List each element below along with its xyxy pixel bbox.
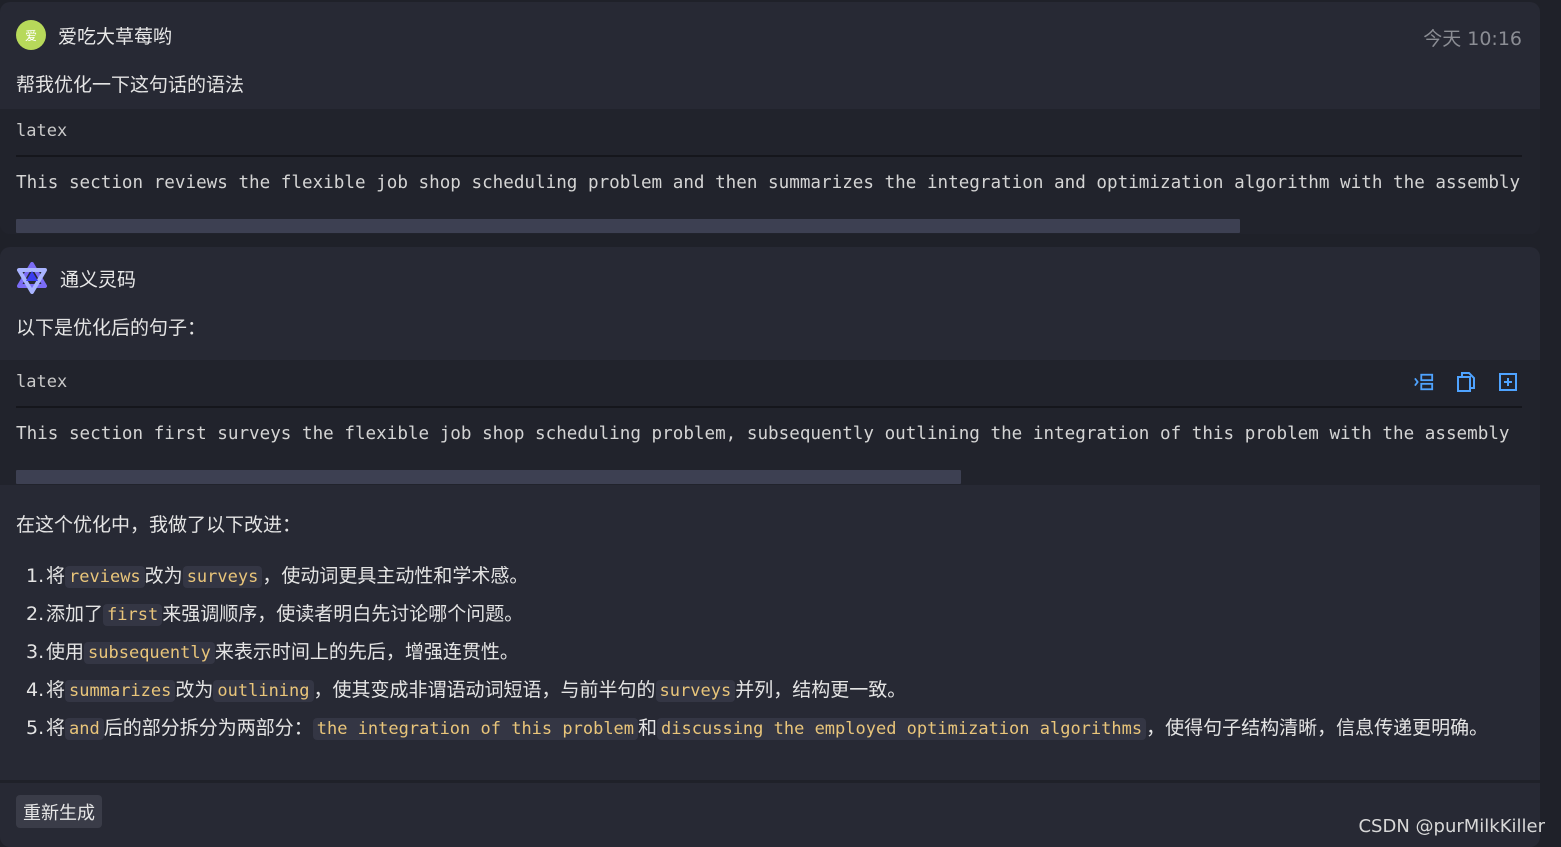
inline-code: reviews [65, 566, 145, 588]
insert-code-icon[interactable] [1414, 371, 1434, 393]
list-item: 1. 将 reviews 改为 surveys ，使动词更具主动性和学术感。 [26, 558, 1516, 596]
list-item-text: 将 and 后的部分拆分为两部分： the integration of this p… [46, 710, 1516, 748]
list-text-segment: 改为 [175, 679, 214, 701]
code-language-label: latex [16, 372, 68, 392]
list-item: 5. 将 and 后的部分拆分为两部分： the integration of this… [26, 710, 1516, 748]
ai-message-panel: 通义灵码 以下是优化后的句子： latex This section first… [0, 247, 1540, 847]
list-number: 5. [26, 717, 45, 739]
list-text-segment: 将 [46, 717, 66, 739]
list-item: 2. 添加了 first 来强调顺序，使读者明白先讨论哪个问题。 [26, 596, 1516, 634]
inline-code: discussing the employed optimization alg… [657, 718, 1147, 740]
improvements-summary: 在这个优化中，我做了以下改进： [16, 514, 302, 536]
ai-code-block: latex This section first surveys the fle… [0, 360, 1540, 485]
tongyi-logo-icon [16, 262, 48, 294]
user-name: 爱吃大草莓哟 [58, 25, 173, 48]
copy-icon[interactable] [1456, 371, 1476, 393]
list-item-text: 将 reviews 改为 surveys ，使动词更具主动性和学术感。 [46, 558, 1516, 596]
code-toolbar [1414, 371, 1518, 393]
improvement-list: 1. 将 reviews 改为 surveys ，使动词更具主动性和学术感。 2. 添加了 fi… [26, 558, 1516, 748]
list-number: 4. [26, 679, 45, 701]
code-language-label: latex [16, 121, 68, 141]
list-text-segment: 来强调顺序，使读者明白先讨论哪个问题。 [162, 603, 524, 625]
footer-divider [0, 780, 1540, 783]
user-avatar: 爱 [16, 20, 46, 50]
inline-code: and [65, 718, 104, 740]
code-line: This section reviews the flexible job sh… [16, 173, 1521, 193]
inline-code: surveys [182, 566, 263, 588]
code-divider [16, 406, 1522, 408]
user-code-block: latex This section reviews the flexible … [0, 109, 1540, 234]
regenerate-button[interactable]: 重新生成 [16, 795, 102, 828]
user-message-header: 爱 爱吃大草莓哟 [16, 20, 172, 50]
list-number: 3. [26, 641, 45, 663]
list-text-segment: ，使动词更具主动性和学术感。 [262, 565, 529, 587]
inline-code: first [103, 604, 163, 626]
inline-code: subsequently [84, 642, 215, 664]
new-file-icon[interactable] [1498, 371, 1518, 393]
user-message-text: 帮我优化一下这句话的语法 [16, 74, 245, 96]
inline-code: the integration of this problem [312, 718, 639, 740]
user-message-panel: 爱 爱吃大草莓哟 今天 10:16 帮我优化一下这句话的语法 latex Thi… [0, 2, 1540, 234]
horizontal-scrollbar[interactable] [16, 219, 1240, 233]
list-text-segment: 将 [46, 679, 66, 701]
inline-code: outlining [213, 680, 314, 702]
inline-code: surveys [655, 680, 736, 702]
list-item-text: 添加了 first 来强调顺序，使读者明白先讨论哪个问题。 [46, 596, 1516, 634]
list-number: 2. [26, 603, 45, 625]
watermark: CSDN @purMilkKiller [1358, 816, 1545, 837]
list-text-segment: 后的部分拆分为两部分： [103, 717, 313, 739]
list-text-segment: 使用 [46, 641, 85, 663]
list-text-segment: 并列，结构更一致。 [735, 679, 907, 701]
message-timestamp: 今天 10:16 [1423, 28, 1522, 50]
assistant-name: 通义灵码 [60, 268, 137, 291]
list-text-segment: ，使其变成非谓语动词短语，与前半句的 [313, 679, 656, 701]
inline-code: summarizes [65, 680, 176, 702]
list-text-segment: 改为 [144, 565, 183, 587]
list-text-segment: 和 [638, 717, 658, 739]
list-item: 4. 将 summarizes 改为 outlining ，使其变成非谓语动词短语，与前半… [26, 672, 1516, 710]
list-text-segment: 来表示时间上的先后，增强连贯性。 [214, 641, 519, 663]
list-text-segment: ，使得句子结构清晰，信息传递更明确。 [1146, 717, 1489, 739]
list-item: 3. 使用 subsequently 来表示时间上的先后，增强连贯性。 [26, 634, 1516, 672]
list-text-segment: 添加了 [46, 603, 104, 625]
list-item-text: 使用 subsequently 来表示时间上的先后，增强连贯性。 [46, 634, 1516, 672]
list-item-text: 将 summarizes 改为 outlining ，使其变成非谓语动词短语，与前半句的… [46, 672, 1516, 710]
ai-message-header: 通义灵码 [16, 262, 136, 294]
code-divider [16, 155, 1522, 157]
list-number: 1. [26, 565, 45, 587]
code-line: This section first surveys the flexible … [16, 424, 1510, 444]
list-text-segment: 将 [46, 565, 66, 587]
ai-intro-text: 以下是优化后的句子： [16, 317, 207, 339]
horizontal-scrollbar[interactable] [16, 470, 961, 484]
